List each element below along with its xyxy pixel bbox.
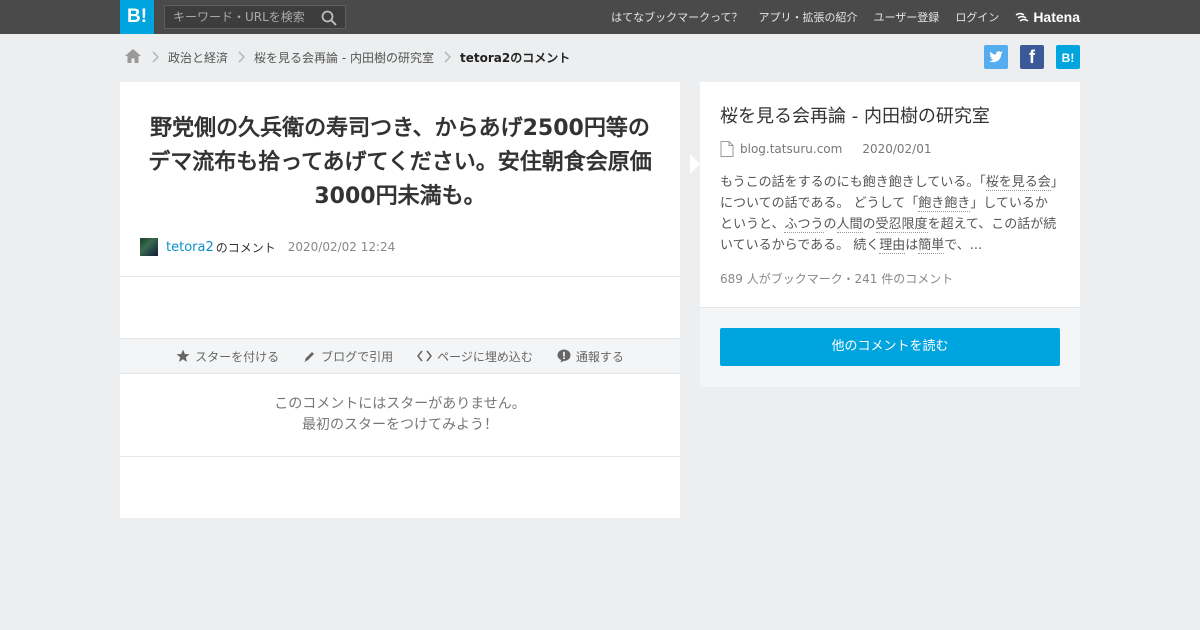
hatena-share-button[interactable]: B! xyxy=(1056,45,1080,69)
entry-panel: 桜を見る会再論 - 内田樹の研究室 blog.tatsuru.com 2020/… xyxy=(690,82,1080,387)
comment-user-suffix: のコメント xyxy=(215,240,276,255)
entry-source: blog.tatsuru.com 2020/02/01 xyxy=(720,141,932,157)
share-buttons: f B! xyxy=(972,45,1080,69)
keyword-link[interactable]: 理由 xyxy=(879,238,906,254)
search-input[interactable] xyxy=(165,6,315,28)
breadcrumb: 政治と経済 桜を見る会再論 - 内田樹の研究室 tetora2のコメント xyxy=(124,46,570,68)
comment-text: 野党側の久兵衛の寿司つき、からあげ2500円等のデマ流布も拾ってあげてください。… xyxy=(148,116,652,209)
embed-label: ページに埋め込む xyxy=(437,349,533,364)
chevron-right-icon xyxy=(152,51,160,63)
nav-register[interactable]: ユーザー登録 xyxy=(874,9,940,25)
hatena-bookmark-icon: B! xyxy=(1061,51,1075,65)
keyword-link[interactable]: 簡単 xyxy=(918,238,945,254)
facebook-share-button[interactable]: f xyxy=(1020,45,1044,69)
star-icon xyxy=(176,349,190,362)
search-icon[interactable] xyxy=(321,10,337,26)
nav-apps[interactable]: アプリ・拡張の紹介 xyxy=(759,9,858,25)
comment-meta: tetora2 のコメント 2020/02/02 12:24 xyxy=(140,238,395,256)
no-star-line1: このコメントにはスターがありません。 xyxy=(274,396,526,412)
add-star-button[interactable]: スターを付ける xyxy=(176,348,279,365)
chevron-right-icon xyxy=(238,51,246,63)
comment-date[interactable]: 2020/02/02 12:24 xyxy=(288,240,396,254)
no-star-message: このコメントにはスターがありません。 最初のスターをつけてみよう！ xyxy=(120,394,680,436)
embed-button[interactable]: ページに埋め込む xyxy=(417,348,533,365)
bookmark-counts[interactable]: 689 人がブックマーク・241 件のコメント xyxy=(720,270,953,287)
nav-about[interactable]: はてなブックマークって？ xyxy=(611,9,742,25)
top-nav: はてなブックマークって？ アプリ・拡張の紹介 ユーザー登録 ログイン Haten… xyxy=(595,0,1080,34)
pencil-icon xyxy=(304,351,315,362)
keyword-link[interactable]: ふつう xyxy=(784,217,824,233)
keyword-link[interactable]: 受忍限度 xyxy=(875,217,928,233)
quote-in-blog-button[interactable]: ブログで引用 xyxy=(303,348,393,365)
divider xyxy=(120,456,680,457)
keyword-link[interactable]: 人間 xyxy=(836,217,863,233)
twitter-share-button[interactable] xyxy=(984,45,1008,69)
nav-login[interactable]: ログイン xyxy=(955,9,999,25)
avatar[interactable] xyxy=(140,238,158,256)
twitter-icon xyxy=(989,51,1003,63)
comment-panel: 野党側の久兵衛の寿司つき、からあげ2500円等のデマ流布も拾ってあげてください。… xyxy=(120,82,680,518)
entry-panel-footer: 他のコメントを読む xyxy=(700,307,1080,387)
no-star-line2: 最初のスターをつけてみよう！ xyxy=(302,417,498,433)
code-icon xyxy=(417,350,433,362)
report-button[interactable]: 通報する xyxy=(557,348,624,365)
entry-description: もうこの話をするのにも飽き飽きしている。「桜を見る会」についての話である。 どう… xyxy=(720,172,1060,256)
keyword-link[interactable]: 桜を見る会 xyxy=(985,175,1051,191)
facebook-icon: f xyxy=(1029,47,1035,67)
quote-in-blog-label: ブログで引用 xyxy=(321,349,394,364)
breadcrumb-entry[interactable]: 桜を見る会再論 - 内田樹の研究室 xyxy=(254,49,434,66)
desc-text: の xyxy=(862,217,876,232)
entry-date: 2020/02/01 xyxy=(862,142,932,156)
read-other-comments-button[interactable]: 他のコメントを読む xyxy=(720,328,1060,366)
hatena-bookmark-logo[interactable]: B! xyxy=(120,0,154,34)
breadcrumb-category[interactable]: 政治と経済 xyxy=(168,49,228,66)
panel-pointer xyxy=(690,154,700,174)
desc-text: の xyxy=(823,217,837,232)
divider xyxy=(120,276,680,277)
comment-actions-bar: スターを付ける ブログで引用 ページに埋め込む 通報する xyxy=(120,338,680,374)
add-star-label: スターを付ける xyxy=(195,349,280,364)
document-icon xyxy=(720,141,734,157)
top-bar: B! はてなブックマークって？ アプリ・拡張の紹介 ユーザー登録 ログイン Ha… xyxy=(0,0,1200,34)
hatena-logo-icon xyxy=(1015,12,1029,22)
chevron-right-icon xyxy=(444,51,452,63)
hatena-brand-text: Hatena xyxy=(1033,9,1080,25)
desc-text: で、... xyxy=(944,238,983,253)
home-icon[interactable] xyxy=(124,48,142,67)
keyword-link[interactable]: 飽き飽き xyxy=(918,196,971,212)
hatena-brand-link[interactable]: Hatena xyxy=(1015,9,1080,25)
search-box[interactable] xyxy=(164,5,346,29)
comment-user-link[interactable]: tetora2 xyxy=(166,240,214,255)
report-label: 通報する xyxy=(575,349,624,364)
desc-text: もうこの話をするのにも飽き飽きしている。「 xyxy=(720,175,986,190)
desc-text: は xyxy=(905,238,919,253)
report-icon xyxy=(557,349,571,363)
breadcrumb-current: tetora2のコメント xyxy=(459,50,571,65)
entry-title[interactable]: 桜を見る会再論 - 内田樹の研究室 xyxy=(720,102,990,128)
entry-domain[interactable]: blog.tatsuru.com xyxy=(740,142,842,156)
